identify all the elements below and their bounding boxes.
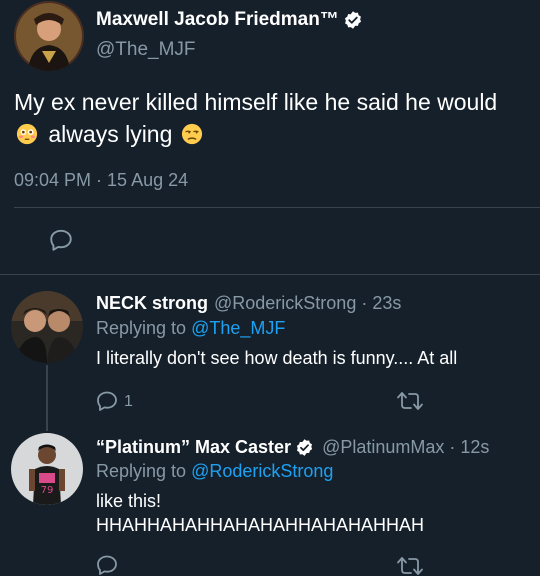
reply-icon [97, 391, 117, 411]
replying-to-link[interactable]: @The_MJF [191, 318, 285, 338]
reply-header: NECK strong @RoderickStrong · 23s [96, 293, 401, 314]
reply-avatar[interactable] [11, 291, 83, 363]
unamused-face-icon [181, 123, 202, 145]
reply-text-line2: HHAHHAHAHHAHAHAHHAHAHAHHAH [96, 515, 425, 535]
reply-button[interactable] [95, 553, 119, 576]
reply-text: I literally don't see how death is funny… [96, 348, 458, 368]
avatar[interactable] [14, 1, 84, 71]
retweet-button[interactable] [396, 390, 424, 412]
author-name[interactable]: Maxwell Jacob Friedman™ [96, 9, 363, 31]
reply-age: · 23s [361, 293, 402, 313]
tweet-text-part2: always lying [48, 121, 173, 147]
tweet-text: My ex never killed himself like he said … [14, 86, 526, 150]
author-handle[interactable]: @The_MJF [96, 39, 196, 61]
author-name-text: Maxwell Jacob Friedman™ [96, 9, 339, 30]
verified-badge-icon [344, 11, 361, 29]
reply-author-handle[interactable]: @PlatinumMax [322, 437, 444, 458]
replying-to-label: Replying to [96, 461, 187, 481]
divider [0, 274, 540, 275]
replying-to-line: Replying to @The_MJF [96, 318, 285, 339]
retweet-icon [397, 557, 423, 575]
replying-to-link[interactable]: @RoderickStrong [191, 461, 333, 481]
verified-badge-icon [296, 439, 313, 456]
reply-button[interactable] [48, 227, 74, 253]
reply-icon [97, 555, 117, 575]
retweet-button[interactable] [396, 555, 424, 576]
reply-button[interactable] [95, 389, 119, 413]
svg-text:79: 79 [41, 485, 54, 496]
replying-to-label: Replying to [96, 318, 187, 338]
reply-text-line1: like this! [96, 491, 162, 511]
reply-avatar[interactable]: 79 [11, 433, 83, 505]
retweet-icon [397, 392, 423, 410]
reply-count: 1 [124, 393, 133, 410]
tweet-text-part1: My ex never killed himself like he said … [14, 89, 498, 115]
divider [14, 207, 540, 208]
flushed-face-icon [16, 123, 38, 145]
tweet-timestamp[interactable]: 09:04 PM · 15 Aug 24 [14, 170, 188, 191]
thread-line [46, 365, 48, 431]
reply-author-name[interactable]: “Platinum” Max Caster [96, 437, 291, 458]
reply-text: like this! HHAHHAHAHHAHAHAHHAHAHAHHAH [96, 489, 526, 537]
reply-header: “Platinum” Max Caster @PlatinumMax · 12s [96, 437, 489, 458]
reply-age: · 12s [449, 437, 490, 457]
reply-icon [50, 229, 72, 251]
reply-author-name[interactable]: NECK strong [96, 293, 208, 314]
reply-author-handle[interactable]: @RoderickStrong [214, 293, 356, 314]
replying-to-line: Replying to @RoderickStrong [96, 461, 333, 482]
